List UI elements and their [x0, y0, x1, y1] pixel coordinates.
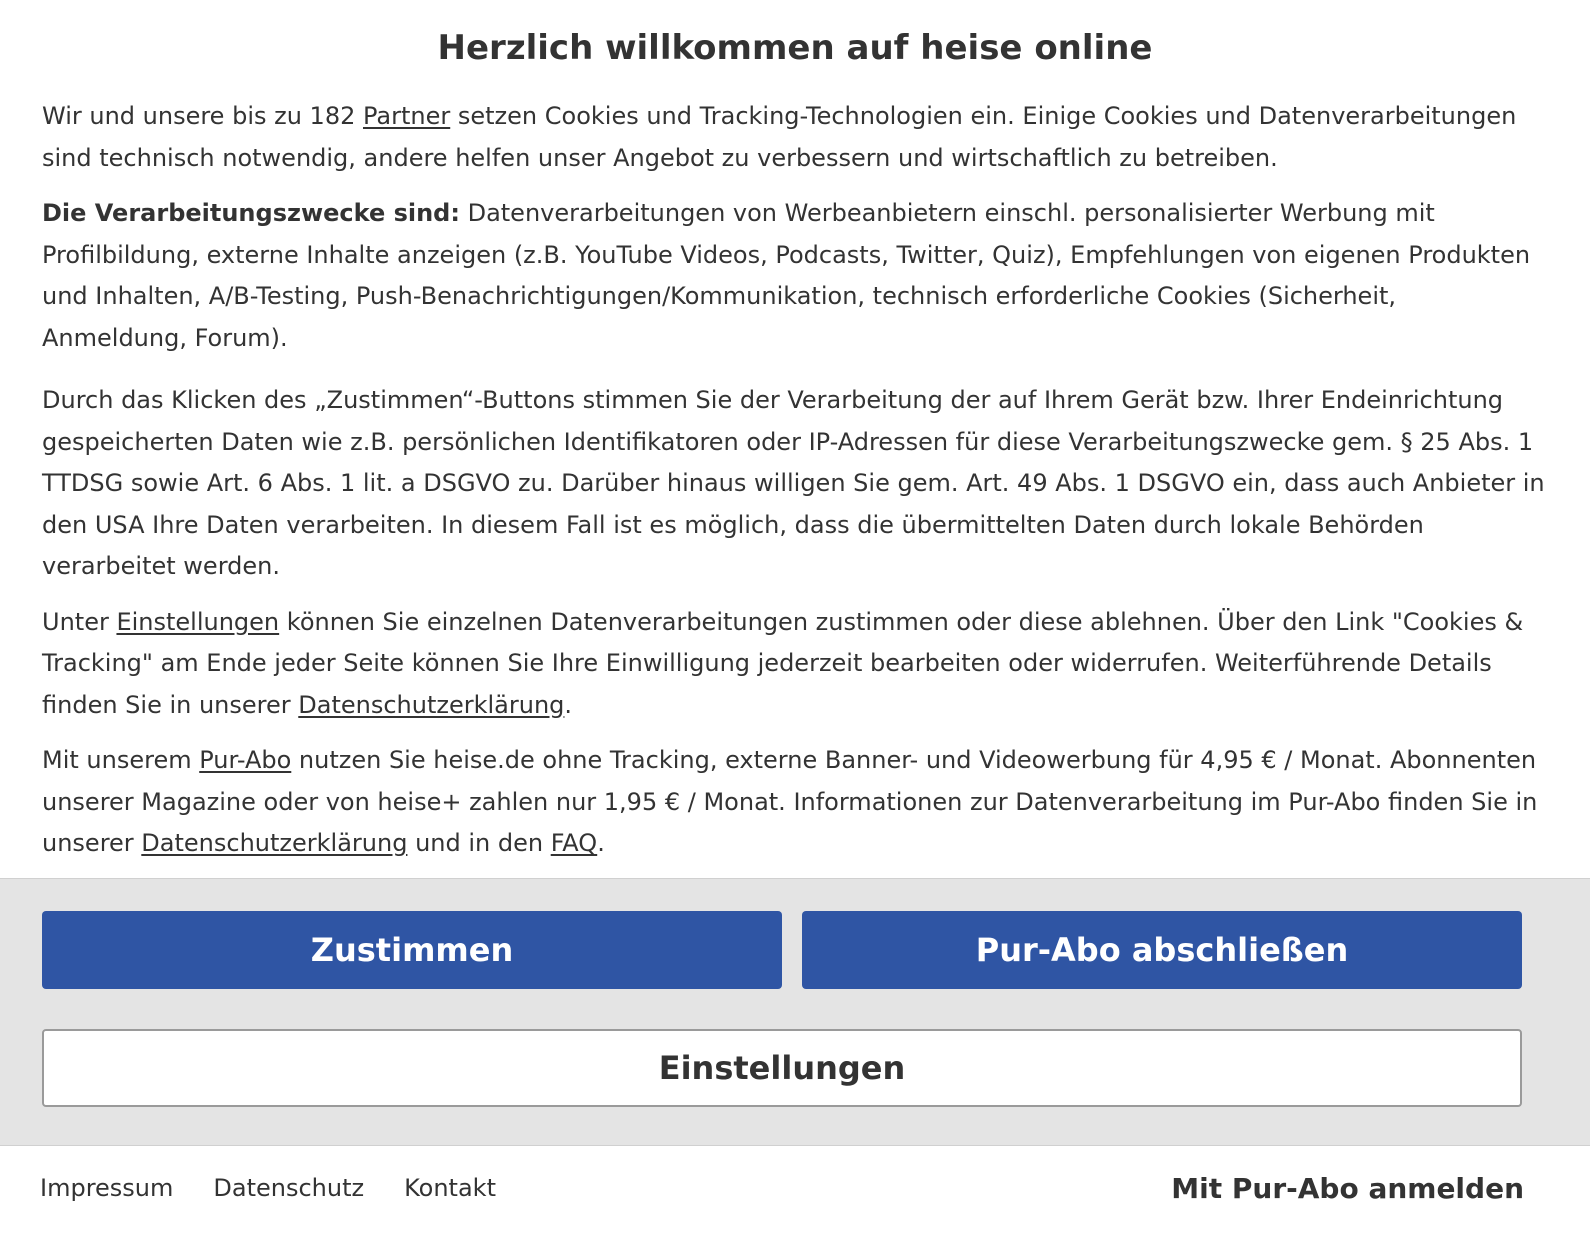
purposes-heading: Die Verarbeitungszwecke sind:: [42, 199, 460, 227]
footer-link-impressum[interactable]: Impressum: [40, 1172, 173, 1204]
pur-abo-paragraph: Mit unserem Pur-Abo nutzen Sie heise.de …: [42, 740, 1548, 865]
consent-paragraph: Durch das Klicken des „Zustimmen“-Button…: [42, 386, 1545, 580]
consent-content: Herzlich willkommen auf heise online Wir…: [0, 0, 1590, 865]
intro-text-1: Wir und unsere bis zu 182: [42, 102, 363, 130]
footer-link-datenschutz[interactable]: Datenschutz: [213, 1172, 364, 1204]
pur-text-3: und in den: [407, 829, 551, 857]
settings-text-1: Unter: [42, 607, 117, 636]
action-area: Zustimmen Pur-Abo abschließen Einstellun…: [0, 878, 1590, 1146]
accept-button[interactable]: Zustimmen: [42, 911, 782, 989]
settings-paragraph: Unter Einstellungen können Sie einzelnen…: [42, 602, 1548, 727]
privacy-policy-link[interactable]: Datenschutzerklärung: [298, 691, 564, 719]
consent-dialog: Herzlich willkommen auf heise online Wir…: [0, 0, 1590, 1260]
settings-link[interactable]: Einstellungen: [116, 608, 279, 636]
dialog-footer: Impressum Datenschutz Kontakt Mit Pur-Ab…: [0, 1146, 1590, 1260]
faq-link[interactable]: FAQ: [551, 829, 598, 857]
footer-links: Impressum Datenschutz Kontakt: [40, 1172, 496, 1204]
pur-text-1: Mit unserem: [42, 746, 200, 774]
pur-abo-link[interactable]: Pur-Abo: [199, 746, 291, 774]
purposes-paragraph: Die Verarbeitungszwecke sind: Datenverar…: [42, 193, 1548, 359]
settings-text-3: .: [564, 690, 573, 719]
privacy-policy-link-2[interactable]: Datenschutzerklärung: [141, 829, 407, 857]
pur-abo-login-link[interactable]: Mit Pur-Abo anmelden: [1171, 1172, 1524, 1206]
pur-abo-button[interactable]: Pur-Abo abschließen: [802, 911, 1522, 989]
settings-button[interactable]: Einstellungen: [42, 1029, 1522, 1107]
dialog-title: Herzlich willkommen auf heise online: [437, 28, 1153, 68]
pur-text-4: .: [597, 829, 605, 857]
intro-paragraph: Wir und unsere bis zu 182 Partner setzen…: [42, 96, 1548, 179]
footer-link-kontakt[interactable]: Kontakt: [404, 1172, 496, 1204]
partner-link[interactable]: Partner: [363, 102, 450, 130]
